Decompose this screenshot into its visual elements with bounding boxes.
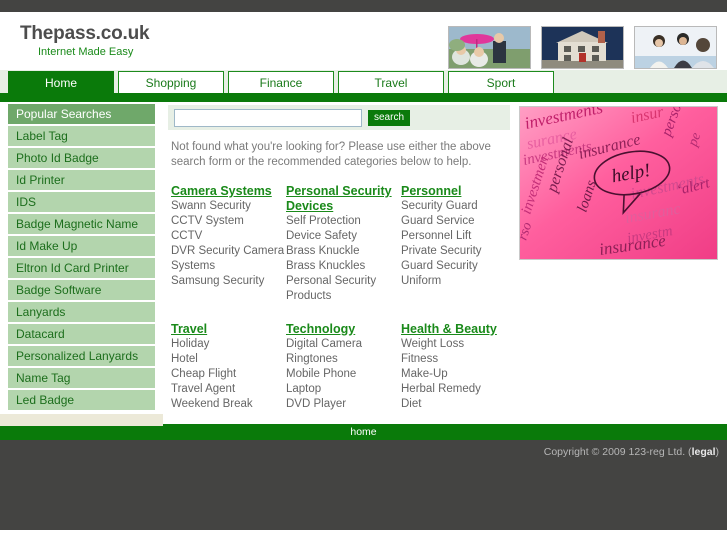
- category-link[interactable]: Guard Service: [401, 214, 516, 229]
- sidebar-item-ids[interactable]: IDS: [8, 192, 155, 212]
- category-link[interactable]: Mobile Phone: [286, 367, 401, 382]
- couple-umbrella-photo: [448, 26, 531, 69]
- category-link[interactable]: Brass Knuckle: [286, 244, 401, 259]
- category-link[interactable]: Diet: [401, 397, 516, 412]
- sidebar-item-personalized-lanyards[interactable]: Personalized Lanyards: [8, 346, 155, 366]
- sidebar-item-badge-software[interactable]: Badge Software: [8, 280, 155, 300]
- category-link[interactable]: Personal Security Products: [286, 274, 401, 304]
- tab-travel[interactable]: Travel: [338, 71, 444, 93]
- brand-block[interactable]: Thepass.co.uk Internet Made Easy: [20, 23, 150, 59]
- header-image-strip: [448, 26, 717, 69]
- category-link[interactable]: Security Guard: [401, 199, 516, 214]
- category-link[interactable]: Samsung Security: [171, 274, 286, 289]
- category-link[interactable]: Holiday: [171, 337, 286, 352]
- category-health-beauty: Health & Beauty Weight Loss Fitness Make…: [401, 322, 516, 412]
- sidebar-heading: Popular Searches: [8, 104, 155, 124]
- tab-shopping[interactable]: Shopping: [118, 71, 224, 93]
- category-title[interactable]: Travel: [171, 322, 207, 337]
- site-tagline: Internet Made Easy: [38, 46, 134, 58]
- sidebar-footer-strip: [0, 414, 163, 426]
- category-link[interactable]: Self Protection: [286, 214, 401, 229]
- sidebar-item-id-make-up[interactable]: Id Make Up: [8, 236, 155, 256]
- sidebar-item-datacard[interactable]: Datacard: [8, 324, 155, 344]
- nav-tab-list: Home Shopping Finance Travel Sport: [8, 71, 554, 93]
- sidebar-item-photo-id-badge[interactable]: Photo Id Badge: [8, 148, 155, 168]
- nav-green-strip: [0, 93, 727, 102]
- tab-home[interactable]: Home: [8, 71, 114, 93]
- category-link[interactable]: Weekend Break: [171, 397, 286, 412]
- category-row-1: Camera Systems Swann Security CCTV Syste…: [171, 184, 531, 304]
- category-title[interactable]: Technology: [286, 322, 355, 337]
- sidebar-item-eltron-id-card-printer[interactable]: Eltron Id Card Printer: [8, 258, 155, 278]
- sidebar-item-badge-magnetic-name[interactable]: Badge Magnetic Name: [8, 214, 155, 234]
- category-link[interactable]: Swann Security: [171, 199, 286, 214]
- sidebar-item-label-tag[interactable]: Label Tag: [8, 126, 155, 146]
- copyright-bar: Copyright © 2009 123-reg Ltd. (legal): [0, 440, 727, 530]
- insurance-help-image: investments insur surance perso investme…: [519, 106, 718, 260]
- tab-finance[interactable]: Finance: [228, 71, 334, 93]
- category-link[interactable]: Laptop: [286, 382, 401, 397]
- help-text: Not found what you're looking for? Pleas…: [171, 141, 491, 168]
- sidebar-item-name-tag[interactable]: Name Tag: [8, 368, 155, 388]
- category-link[interactable]: Cheap Flight: [171, 367, 286, 382]
- top-dark-bar: [0, 0, 727, 12]
- category-link[interactable]: Make-Up: [401, 367, 516, 382]
- category-link[interactable]: Hotel: [171, 352, 286, 367]
- category-link[interactable]: Weight Loss: [401, 337, 516, 352]
- category-title[interactable]: Personnel: [401, 184, 461, 199]
- site-title: Thepass.co.uk: [20, 23, 150, 44]
- category-link[interactable]: Herbal Remedy: [401, 382, 516, 397]
- category-link[interactable]: Personnel Lift: [401, 229, 516, 244]
- category-link[interactable]: Private Security: [401, 244, 516, 259]
- copyright-suffix: ): [715, 446, 720, 458]
- sidebar-item-id-printer[interactable]: Id Printer: [8, 170, 155, 190]
- copyright-text: Copyright © 2009 123-reg Ltd. (: [543, 446, 692, 458]
- category-link[interactable]: Digital Camera: [286, 337, 401, 352]
- page-body: Popular Searches Label Tag Photo Id Badg…: [0, 102, 727, 426]
- footer-home-link[interactable]: home: [350, 426, 376, 438]
- search-bar: search: [168, 105, 510, 130]
- category-personal-security-devices: Personal Security Devices Self Protectio…: [286, 184, 401, 304]
- footer-nav: home: [0, 424, 727, 440]
- legal-link[interactable]: legal: [692, 446, 716, 458]
- category-technology: Technology Digital Camera Ringtones Mobi…: [286, 322, 401, 412]
- popular-searches-sidebar: Popular Searches Label Tag Photo Id Badg…: [0, 102, 163, 412]
- main-content: search Not found what you're looking for…: [163, 102, 727, 424]
- sidebar-item-lanyards[interactable]: Lanyards: [8, 302, 155, 322]
- business-meeting-photo: [634, 26, 717, 69]
- category-link[interactable]: Ringtones: [286, 352, 401, 367]
- category-link[interactable]: Brass Knuckles: [286, 259, 401, 274]
- house-photo: [541, 26, 624, 69]
- site-header: Thepass.co.uk Internet Made Easy: [0, 12, 727, 70]
- sidebar-item-led-badge[interactable]: Led Badge: [8, 390, 155, 410]
- category-title[interactable]: Health & Beauty: [401, 322, 497, 337]
- category-link[interactable]: DVR Security Camera Systems: [171, 244, 286, 274]
- main-navigation: Home Shopping Finance Travel Sport: [0, 70, 727, 93]
- category-link[interactable]: Device Safety: [286, 229, 401, 244]
- category-link[interactable]: DVD Player: [286, 397, 401, 412]
- category-link[interactable]: CCTV: [171, 229, 286, 244]
- tab-sport[interactable]: Sport: [448, 71, 554, 93]
- category-link[interactable]: Fitness: [401, 352, 516, 367]
- category-personnel: Personnel Security Guard Guard Service P…: [401, 184, 516, 304]
- category-link[interactable]: Guard Security Uniform: [401, 259, 516, 289]
- category-title[interactable]: Personal Security Devices: [286, 184, 401, 214]
- search-button[interactable]: search: [368, 109, 411, 126]
- category-link[interactable]: CCTV System: [171, 214, 286, 229]
- category-camera-systems: Camera Systems Swann Security CCTV Syste…: [171, 184, 286, 304]
- category-title[interactable]: Camera Systems: [171, 184, 272, 199]
- category-link[interactable]: Travel Agent: [171, 382, 286, 397]
- category-travel: Travel Holiday Hotel Cheap Flight Travel…: [171, 322, 286, 412]
- category-row-2: Travel Holiday Hotel Cheap Flight Travel…: [171, 322, 531, 412]
- search-input[interactable]: [174, 108, 362, 127]
